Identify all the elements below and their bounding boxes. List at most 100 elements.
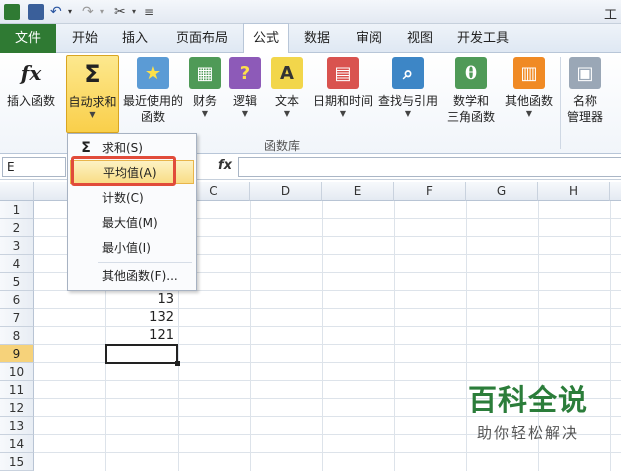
menu-item-sum-label: 求和(S) bbox=[102, 141, 143, 155]
insert-function-fx-icon[interactable]: fx bbox=[218, 158, 232, 173]
book-logic-icon: ? bbox=[229, 57, 261, 89]
fill-handle[interactable] bbox=[175, 361, 180, 366]
row-header[interactable]: 3 bbox=[0, 237, 34, 255]
row-header[interactable]: 12 bbox=[0, 399, 34, 417]
row-header[interactable]: 4 bbox=[0, 255, 34, 273]
cell-b7[interactable]: 132 bbox=[105, 309, 178, 327]
tab-view[interactable]: 视图 bbox=[397, 24, 443, 53]
save-icon[interactable] bbox=[28, 4, 44, 20]
fx-icon: fx bbox=[20, 61, 42, 85]
chevron-down-icon: ▼ bbox=[404, 109, 412, 118]
book-lookup-icon: ⌕ bbox=[392, 57, 424, 89]
gridline bbox=[250, 201, 251, 471]
column-header-f[interactable]: F bbox=[394, 182, 466, 201]
recently-used-label: 最近使用的 bbox=[122, 94, 183, 108]
math-trig-label: 数学和 bbox=[452, 94, 489, 108]
financial-button[interactable]: ▦ 财务 ▼ bbox=[188, 55, 222, 119]
date-time-label: 日期和时间 bbox=[312, 94, 373, 108]
chevron-down-icon: ▼ bbox=[525, 109, 533, 118]
autosum-button[interactable]: Σ 自动求和 ▼ bbox=[66, 55, 119, 133]
gridline bbox=[394, 201, 395, 471]
formula-input[interactable] bbox=[238, 157, 621, 177]
column-header-d[interactable]: D bbox=[250, 182, 322, 201]
menu-item-more-functions[interactable]: 其他函数(F)... bbox=[70, 264, 194, 288]
name-manager-icon: ▣ bbox=[569, 57, 601, 89]
book-finance-icon: ▦ bbox=[189, 57, 221, 89]
chevron-down-icon: ▼ bbox=[89, 110, 96, 119]
redo-icon[interactable]: ↷ bbox=[82, 4, 98, 20]
function-library-group-label: 函数库 bbox=[264, 139, 301, 153]
insert-function-label: 插入函数 bbox=[6, 94, 55, 108]
lookup-reference-button[interactable]: ⌕ 查找与引用 ▼ bbox=[376, 55, 440, 119]
selected-cell-b9[interactable] bbox=[105, 344, 178, 364]
recently-used-label2: 函数 bbox=[140, 110, 165, 124]
column-header-h[interactable]: H bbox=[538, 182, 610, 201]
row-header[interactable]: 13 bbox=[0, 417, 34, 435]
quick-access-toolbar: ↶ ▾ ↷ ▾ ✂ ▾ ≡ 工 bbox=[0, 0, 621, 24]
book-text-icon: A bbox=[271, 57, 303, 89]
menu-item-count-label: 计数(C) bbox=[102, 191, 144, 205]
menu-item-max-label: 最大值(M) bbox=[102, 216, 158, 230]
excel-logo-icon bbox=[4, 4, 20, 20]
column-header-i[interactable] bbox=[610, 182, 621, 201]
sigma-icon: Σ bbox=[84, 60, 101, 88]
menu-item-max[interactable]: 最大值(M) bbox=[70, 211, 194, 235]
text-label: 文本 bbox=[274, 94, 299, 108]
cell-b6[interactable]: 13 bbox=[105, 291, 178, 309]
math-trig-label2: 三角函数 bbox=[446, 110, 495, 124]
tab-developer[interactable]: 开发工具 bbox=[448, 24, 518, 53]
highlight-box bbox=[71, 156, 176, 186]
recently-used-button[interactable]: ★ 最近使用的 函数 bbox=[122, 55, 184, 125]
ribbon-tab-bar: 文件 开始 插入 页面布局 公式 数据 审阅 视图 开发工具 bbox=[0, 23, 621, 53]
menu-item-min-label: 最小值(I) bbox=[102, 241, 151, 255]
menu-item-count[interactable]: 计数(C) bbox=[70, 186, 194, 210]
row-header-active[interactable]: 9 bbox=[0, 345, 34, 363]
name-manager-button[interactable]: ▣ 名称 管理器 bbox=[564, 55, 606, 125]
book-math-icon: θ bbox=[455, 57, 487, 89]
tab-file[interactable]: 文件 bbox=[0, 24, 56, 53]
tab-insert[interactable]: 插入 bbox=[112, 24, 158, 53]
watermark: 百科全说 助你轻松解决 bbox=[443, 378, 613, 458]
financial-label: 财务 bbox=[192, 94, 217, 108]
date-time-button[interactable]: ▤ 日期和时间 ▼ bbox=[310, 55, 376, 119]
math-trig-button[interactable]: θ 数学和 三角函数 bbox=[442, 55, 500, 125]
text-button[interactable]: A 文本 ▼ bbox=[268, 55, 306, 119]
tab-data[interactable]: 数据 bbox=[294, 24, 340, 53]
row-header[interactable]: 2 bbox=[0, 219, 34, 237]
logical-button[interactable]: ? 逻辑 ▼ bbox=[228, 55, 262, 119]
gridline bbox=[322, 201, 323, 471]
row-header[interactable]: 14 bbox=[0, 435, 34, 453]
tools-icon[interactable]: ✂ bbox=[114, 4, 130, 20]
row-header[interactable]: 1 bbox=[0, 201, 34, 219]
autosum-label: 自动求和 bbox=[68, 95, 117, 109]
cell-b8[interactable]: 121 bbox=[105, 327, 178, 345]
tab-review[interactable]: 审阅 bbox=[346, 24, 392, 53]
row-header[interactable]: 10 bbox=[0, 363, 34, 381]
insert-function-button[interactable]: fx 插入函数 bbox=[2, 55, 60, 109]
menu-item-min[interactable]: 最小值(I) bbox=[70, 236, 194, 260]
undo-icon[interactable]: ↶ bbox=[50, 4, 66, 20]
name-box[interactable]: E bbox=[2, 157, 66, 177]
select-all-corner[interactable] bbox=[0, 182, 34, 201]
tab-page-layout[interactable]: 页面布局 bbox=[162, 24, 242, 53]
column-header-g[interactable]: G bbox=[466, 182, 538, 201]
tab-home[interactable]: 开始 bbox=[62, 24, 108, 53]
more-functions-button[interactable]: ▥ 其他函数 ▼ bbox=[502, 55, 556, 119]
book-star-icon: ★ bbox=[137, 57, 169, 89]
row-header[interactable]: 6 bbox=[0, 291, 34, 309]
column-header-e[interactable]: E bbox=[322, 182, 394, 201]
more-functions-label: 其他函数 bbox=[504, 94, 553, 108]
row-header[interactable]: 15 bbox=[0, 453, 34, 471]
chevron-down-icon: ▼ bbox=[241, 109, 249, 118]
customize-qat-icon[interactable]: ≡ bbox=[144, 4, 160, 20]
menu-item-more-functions-label: 其他函数(F)... bbox=[102, 269, 178, 283]
row-header[interactable]: 5 bbox=[0, 273, 34, 291]
menu-separator bbox=[98, 262, 192, 263]
row-header[interactable]: 8 bbox=[0, 327, 34, 345]
row-header[interactable]: 7 bbox=[0, 309, 34, 327]
window-title: 工 bbox=[603, 8, 617, 23]
lookup-reference-label: 查找与引用 bbox=[377, 94, 438, 108]
tab-formulas[interactable]: 公式 bbox=[243, 23, 289, 53]
book-more-icon: ▥ bbox=[513, 57, 545, 89]
row-header[interactable]: 11 bbox=[0, 381, 34, 399]
